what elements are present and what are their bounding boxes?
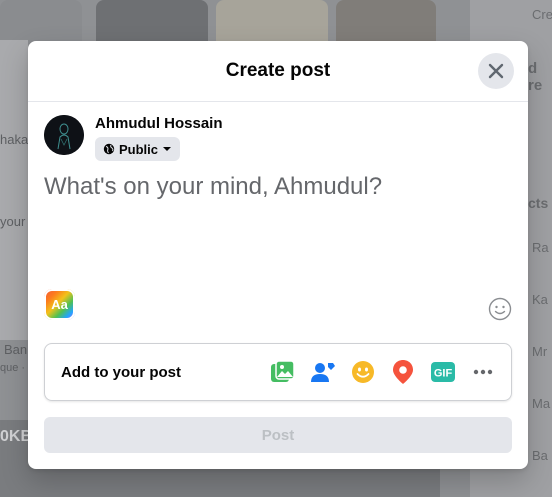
audience-selector[interactable]: Public [95, 137, 181, 161]
more-icon [473, 369, 493, 375]
audience-label: Public [119, 141, 159, 157]
bg-text: que · [0, 362, 26, 374]
emoji-button[interactable] [488, 297, 512, 326]
smiley-icon [488, 297, 512, 321]
add-to-post-bar: Add to your post GIF [44, 343, 512, 401]
bg-text: Ba [532, 448, 548, 463]
more-options-button[interactable] [465, 354, 501, 390]
background-picker-label: Aa [51, 297, 68, 312]
check-in-button[interactable] [385, 354, 421, 390]
bg-text: Ka [532, 292, 548, 307]
close-button[interactable] [478, 53, 514, 89]
avatar[interactable] [44, 115, 84, 155]
bg-text: Mr [532, 344, 548, 359]
svg-text:GIF: GIF [434, 368, 453, 380]
feed-card-edge [0, 40, 28, 340]
caret-down-icon [163, 147, 172, 151]
gif-button[interactable]: GIF [425, 354, 461, 390]
bg-text: cts [528, 195, 549, 211]
tag-people-button[interactable] [305, 354, 341, 390]
check-in-icon [393, 360, 413, 384]
background-picker-button[interactable]: Aa [44, 289, 75, 320]
feeling-button[interactable] [345, 354, 381, 390]
post-text-input[interactable] [44, 173, 512, 293]
tag-people-icon [311, 363, 335, 382]
dialog-header: Create post [28, 41, 528, 102]
globe-icon [103, 143, 115, 155]
add-to-post-label: Add to your post [61, 363, 181, 381]
author-name[interactable]: Ahmudul Hossain [95, 115, 223, 133]
create-post-dialog: Create post Ahmudul Hossain Public What'… [28, 41, 528, 469]
bg-text: Cre [532, 7, 552, 22]
bg-text: Ra [532, 240, 549, 255]
post-author: Ahmudul Hossain Public [44, 115, 223, 161]
avatar-image [44, 115, 84, 155]
bg-text: haka [0, 132, 29, 147]
bg-text: d re [528, 60, 543, 94]
feeling-icon [352, 361, 374, 383]
dialog-title: Create post [225, 60, 331, 81]
bg-text: Ma [532, 396, 551, 411]
gif-icon: GIF [431, 362, 455, 382]
bg-text: your [0, 214, 26, 229]
photo-video-icon [271, 360, 295, 382]
close-icon [488, 63, 504, 79]
bg-text: Ban [4, 342, 28, 357]
photo-video-button[interactable] [265, 354, 301, 390]
post-button[interactable]: Post [44, 417, 512, 453]
